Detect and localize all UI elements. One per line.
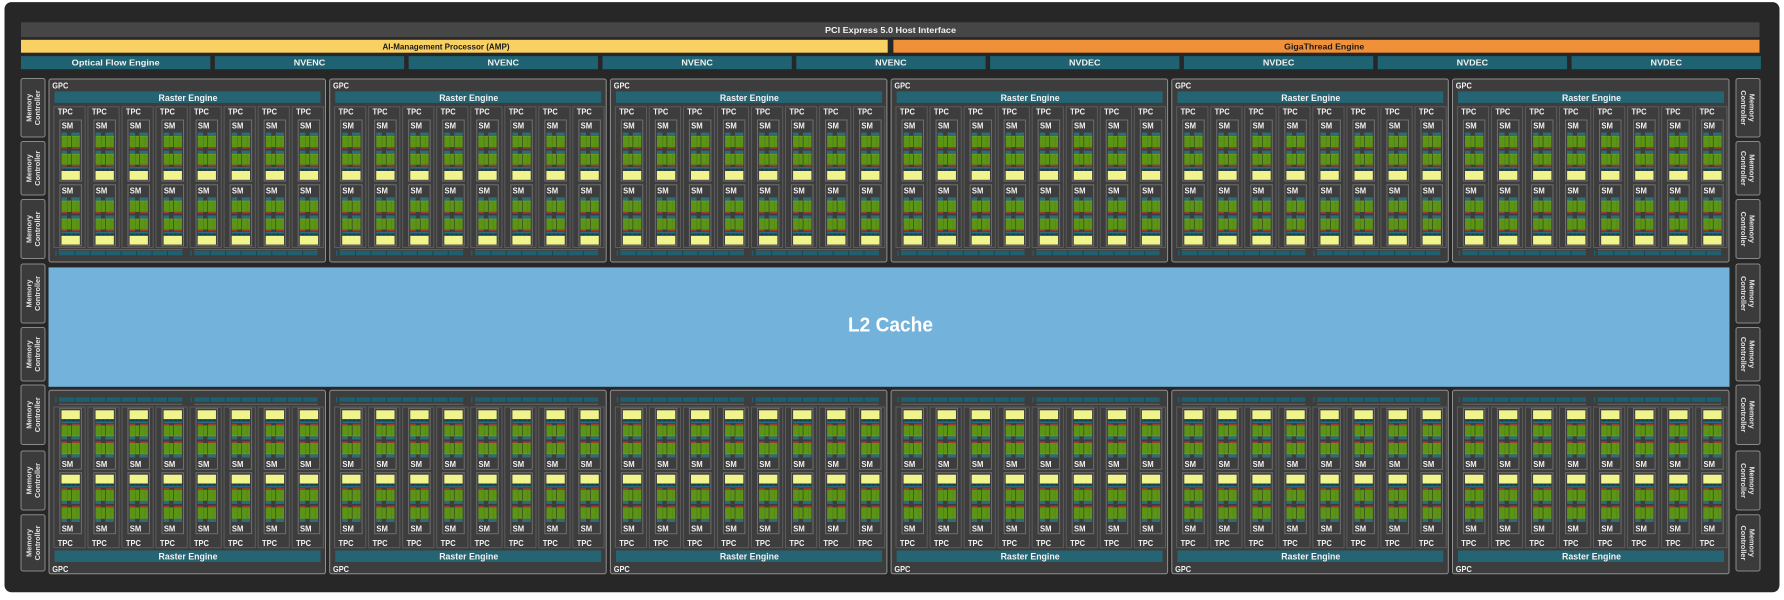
svg-text:L2 Cache: L2 Cache bbox=[848, 315, 933, 337]
svg-text:GigaThread Engine: GigaThread Engine bbox=[1284, 41, 1364, 51]
svg-text:PCI Express 5.0 Host Interface: PCI Express 5.0 Host Interface bbox=[825, 25, 956, 35]
svg-text:Controller: Controller bbox=[1739, 397, 1748, 432]
svg-text:Optical Flow Engine: Optical Flow Engine bbox=[72, 58, 160, 68]
svg-text:Controller: Controller bbox=[1739, 337, 1748, 372]
svg-text:Controller: Controller bbox=[33, 276, 42, 311]
svg-text:Controller: Controller bbox=[33, 525, 42, 560]
svg-text:NVENC: NVENC bbox=[488, 58, 520, 68]
svg-text:Controller: Controller bbox=[33, 463, 42, 498]
svg-text:NVDEC: NVDEC bbox=[1069, 58, 1101, 68]
svg-text:NVENC: NVENC bbox=[875, 58, 907, 68]
svg-text:Controller: Controller bbox=[33, 397, 42, 432]
svg-text:Controller: Controller bbox=[33, 151, 42, 186]
svg-text:Controller: Controller bbox=[33, 90, 42, 125]
svg-text:NVENC: NVENC bbox=[681, 58, 713, 68]
svg-text:NVDEC: NVDEC bbox=[1263, 58, 1295, 68]
svg-text:Controller: Controller bbox=[1739, 151, 1748, 186]
svg-text:NVENC: NVENC bbox=[294, 58, 326, 68]
svg-text:AI-Management Processor (AMP): AI-Management Processor (AMP) bbox=[383, 41, 510, 51]
svg-text:Controller: Controller bbox=[1739, 463, 1748, 498]
svg-text:NVDEC: NVDEC bbox=[1650, 58, 1682, 68]
svg-text:Controller: Controller bbox=[33, 211, 42, 246]
svg-text:NVDEC: NVDEC bbox=[1457, 58, 1489, 68]
svg-text:Controller: Controller bbox=[33, 337, 42, 372]
svg-text:Controller: Controller bbox=[1739, 525, 1748, 560]
svg-text:Controller: Controller bbox=[1739, 276, 1748, 311]
svg-text:Controller: Controller bbox=[1739, 90, 1748, 125]
svg-text:Controller: Controller bbox=[1739, 212, 1748, 247]
